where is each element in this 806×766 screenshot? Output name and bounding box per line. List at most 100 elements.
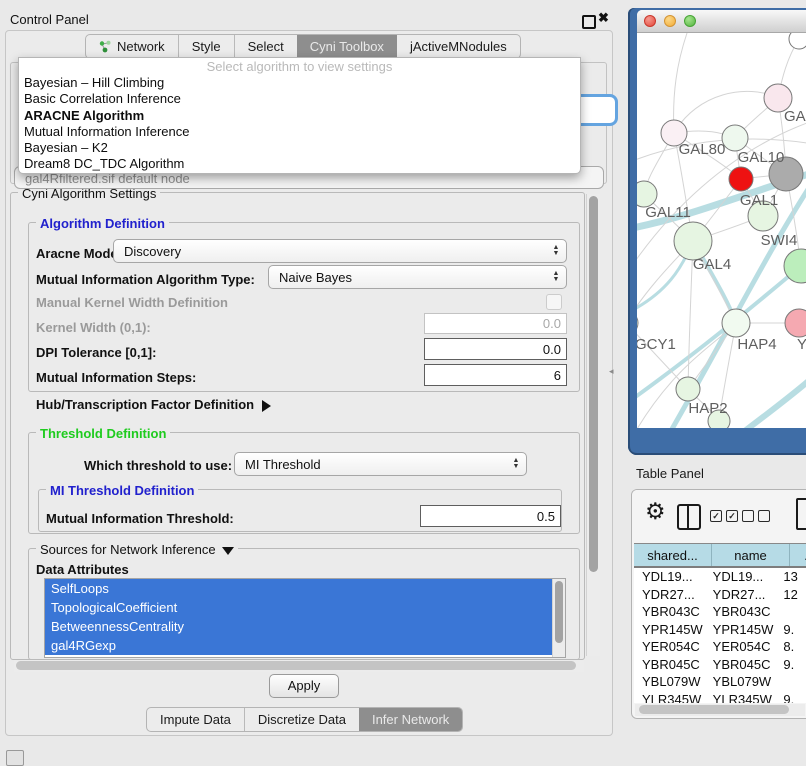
dropdown-item[interactable]: ARACNE Algorithm — [19, 108, 580, 124]
dropdown-item[interactable]: Dream8 DC_TDC Algorithm — [19, 156, 580, 172]
tab-impute-data[interactable]: Impute Data — [147, 708, 244, 731]
tab-style[interactable]: Style — [178, 35, 234, 58]
network-canvas[interactable]: GALGAL80GAL10GAL1GAL11SWI4GAL4GCY1HAP4YH… — [637, 33, 806, 428]
mi-steps-input[interactable] — [424, 364, 567, 386]
collapsed-arrow-icon — [262, 400, 271, 412]
split-columns-icon[interactable] — [677, 504, 701, 530]
network-node[interactable] — [722, 309, 750, 337]
dropdown-item[interactable]: Bayesian – K2 — [19, 140, 580, 156]
gear-icon[interactable]: ⚙ — [645, 498, 666, 525]
table-panel: ⚙ ✓✓ shared... name A YDL19...YDL19...13… — [631, 489, 806, 719]
table-row[interactable]: YPR145WYPR145W9. — [634, 621, 806, 639]
network-node-label: GAL1 — [740, 192, 778, 209]
network-node[interactable] — [722, 125, 748, 151]
close-window-icon[interactable] — [644, 15, 656, 27]
kernel-width-input[interactable] — [424, 313, 567, 334]
table-cell: 9. — [775, 691, 806, 704]
hub-section-toggle[interactable]: Hub/Transcription Factor Definition — [36, 397, 271, 412]
table-cell: 13 — [775, 568, 806, 586]
attribute-list-item[interactable]: gal4RGexp — [45, 636, 565, 655]
network-node[interactable] — [729, 167, 753, 191]
network-node[interactable] — [785, 309, 806, 337]
network-node[interactable] — [637, 311, 638, 335]
table-row[interactable]: YBR045CYBR045C9. — [634, 656, 806, 674]
mi-algorithm-type-label: Mutual Information Algorithm Type: — [36, 272, 255, 287]
dpi-tolerance-label: DPI Tolerance [0,1]: — [36, 345, 156, 360]
spinner-arrows-icon: ▲▼ — [548, 245, 566, 257]
settings-hscrollbar[interactable] — [14, 660, 584, 672]
attributes-list-scrollbar[interactable] — [552, 579, 565, 657]
manual-kernel-checkbox[interactable] — [546, 294, 562, 310]
export-table-icon[interactable] — [796, 498, 806, 530]
network-node-label: GCY1 — [637, 336, 676, 353]
attribute-list-item[interactable]: SelfLoops — [45, 579, 565, 598]
table-row[interactable]: YBL079WYBL079W — [634, 673, 806, 691]
table-row[interactable]: YDL19...YDL19...13 — [634, 568, 806, 586]
network-window-titlebar[interactable] — [637, 10, 806, 33]
attributes-list-scrollbar-thumb[interactable] — [555, 581, 563, 643]
float-panel-icon[interactable] — [582, 15, 596, 29]
deselect-all-columns-icon[interactable] — [742, 510, 770, 522]
network-node-label: HAP2 — [688, 400, 727, 417]
mi-algorithm-type-select[interactable]: Naive Bayes ▲▼ — [268, 265, 567, 289]
network-node[interactable] — [674, 222, 712, 260]
network-node-label: SWI4 — [761, 232, 798, 249]
close-panel-icon[interactable]: ✖ — [598, 10, 609, 26]
table-row[interactable]: YLR345WYLR345W9. — [634, 691, 806, 704]
table-cell: YBR045C — [634, 656, 705, 674]
mi-threshold-input[interactable] — [420, 505, 561, 527]
dropdown-item[interactable]: Basic Correlation Inference — [19, 91, 580, 107]
tab-infer-network[interactable]: Infer Network — [359, 708, 462, 731]
table-hscrollbar-thumb[interactable] — [639, 705, 789, 714]
aracne-mode-select[interactable]: Discovery ▲▼ — [113, 239, 567, 263]
control-panel-tabs: Network Style SelectCyni ToolboxjActiveMNo… — [85, 34, 521, 59]
data-attributes-list[interactable]: SelfLoopsTopologicalCoefficientBetweenne… — [44, 578, 566, 658]
minimize-window-icon[interactable] — [664, 15, 676, 27]
sources-title[interactable]: Sources for Network Inference — [36, 542, 238, 557]
table-cell: YBR045C — [705, 656, 776, 674]
tab-jactivemnodules[interactable]: jActiveMNodules — [397, 35, 520, 58]
apply-button[interactable]: Apply — [269, 674, 339, 698]
table-cell: YLR345W — [705, 691, 776, 704]
select-all-columns-icon[interactable]: ✓✓ — [710, 510, 738, 522]
table-cell: YDL19... — [705, 568, 776, 586]
network-node[interactable] — [676, 377, 700, 401]
attribute-list-item[interactable]: BetweennessCentrality — [45, 617, 565, 636]
column-header[interactable]: shared... — [634, 544, 712, 566]
algorithm-definition-title: Algorithm Definition — [36, 216, 169, 231]
network-node[interactable] — [789, 33, 806, 49]
network-node-label: GAL4 — [693, 256, 731, 273]
which-threshold-select[interactable]: MI Threshold ▲▼ — [234, 452, 527, 476]
table-row[interactable]: YER054CYER054C8. — [634, 638, 806, 656]
tab-network[interactable]: Network — [86, 35, 178, 58]
settings-scrollbar[interactable] — [586, 194, 600, 656]
settings-scrollbar-thumb[interactable] — [589, 196, 598, 572]
tab-label: Style — [192, 39, 221, 54]
zoom-window-icon[interactable] — [684, 15, 696, 27]
column-header[interactable]: A — [790, 544, 806, 566]
mi-steps-label: Mutual Information Steps: — [36, 370, 196, 385]
attribute-list-item[interactable]: TopologicalCoefficient — [45, 598, 565, 617]
mi-threshold-title: MI Threshold Definition — [46, 483, 198, 498]
table-row[interactable]: YDR27...YDR27...12 — [634, 586, 806, 604]
data-attributes-label: Data Attributes — [36, 562, 129, 577]
table-cell: 12 — [775, 586, 806, 604]
table-cell: YBL079W — [705, 673, 776, 691]
tab-discretize-data[interactable]: Discretize Data — [244, 708, 359, 731]
tab-select[interactable]: Select — [234, 35, 297, 58]
tab-label: Infer Network — [372, 712, 449, 727]
minimized-panel-icon[interactable] — [6, 750, 24, 766]
dropdown-item[interactable]: Bayesian – Hill Climbing — [19, 75, 580, 91]
algorithm-dropdown-popup: Select algorithm to view settings Bayesi… — [18, 57, 581, 174]
table-cell: 8. — [775, 638, 806, 656]
network-icon — [99, 40, 111, 53]
column-header[interactable]: name — [712, 544, 790, 566]
dpi-tolerance-input[interactable] — [424, 338, 567, 360]
splitter-arrow-icon[interactable]: ◂ — [609, 366, 614, 377]
table-row[interactable]: YBR043CYBR043C — [634, 603, 806, 621]
settings-hscrollbar-thumb[interactable] — [16, 661, 576, 670]
dropdown-item[interactable]: Mutual Information Inference — [19, 124, 580, 140]
table-hscrollbar[interactable] — [635, 704, 805, 716]
tab-cyni-toolbox[interactable]: Cyni Toolbox — [297, 35, 397, 58]
network-node-label: GAL10 — [738, 149, 785, 166]
